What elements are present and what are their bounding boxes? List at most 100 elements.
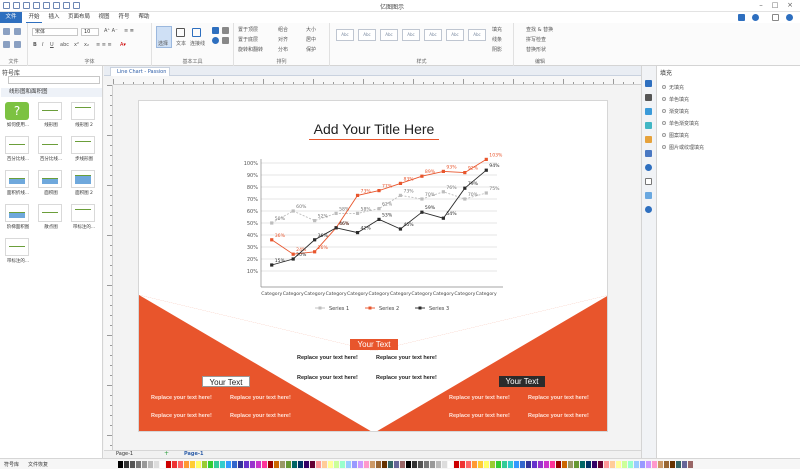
color-swatch[interactable]	[322, 461, 327, 468]
color-swatch[interactable]	[358, 461, 363, 468]
color-swatch[interactable]	[400, 461, 405, 468]
color-swatch[interactable]	[352, 461, 357, 468]
color-swatch[interactable]	[340, 461, 345, 468]
ellipse-icon[interactable]	[212, 37, 219, 44]
fill-panel-icon[interactable]	[645, 80, 652, 87]
shape-item[interactable]: 百分比线...	[35, 136, 67, 168]
color-swatch[interactable]	[604, 461, 609, 468]
redo-icon[interactable]	[23, 2, 30, 9]
color-swatch[interactable]	[676, 461, 681, 468]
style-preset-7[interactable]: Abc	[468, 29, 486, 41]
shape-item[interactable]: 线形图	[35, 102, 67, 134]
shape-item[interactable]: 百分比线...	[2, 136, 34, 168]
pen-icon[interactable]	[222, 37, 229, 44]
color-swatch[interactable]	[682, 461, 687, 468]
fill-option-gradient[interactable]: 渐变填充	[662, 108, 689, 115]
color-swatch[interactable]	[304, 461, 309, 468]
line-button[interactable]: 线条	[492, 36, 502, 43]
shape-item[interactable]: 阶梯面积图	[2, 204, 34, 236]
color-swatch[interactable]	[370, 461, 375, 468]
color-swatch[interactable]	[208, 461, 213, 468]
replace-text[interactable]: Replace your text here!	[297, 375, 358, 381]
shape-item[interactable]: 步线形图	[68, 136, 100, 168]
color-swatch[interactable]	[424, 461, 429, 468]
replace-text[interactable]: Replace your text here!	[151, 413, 212, 419]
find-replace-button[interactable]: 查找 & 替换	[526, 26, 553, 33]
strikethrough-button[interactable]: abc	[60, 42, 69, 48]
color-swatch[interactable]	[280, 461, 285, 468]
send-to-back-button[interactable]: 置于底层	[238, 36, 258, 43]
color-swatch[interactable]	[442, 461, 447, 468]
spell-check-button[interactable]: 拼写检查	[526, 36, 546, 43]
style-preset-2[interactable]: Abc	[358, 29, 376, 41]
rectangle-icon[interactable]	[212, 27, 219, 34]
color-swatch[interactable]	[532, 461, 537, 468]
comment-icon[interactable]	[645, 192, 652, 199]
text-box-center[interactable]: Your Text	[350, 339, 398, 350]
open-file-icon[interactable]	[43, 2, 50, 9]
replace-text[interactable]: Replace your text here!	[528, 395, 589, 401]
distribute-button[interactable]: 分布	[278, 46, 288, 53]
connector-tool-icon[interactable]	[192, 28, 201, 37]
color-swatch[interactable]	[328, 461, 333, 468]
color-swatch[interactable]	[178, 461, 183, 468]
color-swatch[interactable]	[232, 461, 237, 468]
color-swatch[interactable]	[460, 461, 465, 468]
shadow-panel-icon[interactable]	[645, 108, 652, 115]
color-swatch[interactable]	[364, 461, 369, 468]
tab-home[interactable]: 开始	[26, 12, 42, 23]
color-swatch[interactable]	[160, 461, 165, 468]
color-swatch[interactable]	[490, 461, 495, 468]
color-swatch[interactable]	[514, 461, 519, 468]
color-swatch[interactable]	[454, 461, 459, 468]
tab-insert[interactable]: 插入	[46, 12, 62, 23]
close-button[interactable]: ×	[785, 1, 795, 10]
options-icon[interactable]	[772, 14, 779, 21]
color-swatch[interactable]	[664, 461, 669, 468]
color-swatch[interactable]	[598, 461, 603, 468]
library-section-line-area[interactable]: 线形图和面积图	[1, 88, 102, 97]
replace-text[interactable]: Replace your text here!	[528, 413, 589, 419]
drawing-canvas[interactable]: Add Your Title Here 10% 20% 30% 40% 50% 60% 70…	[113, 85, 641, 450]
color-swatch[interactable]	[184, 461, 189, 468]
tab-help[interactable]: 帮助	[136, 12, 152, 23]
print-icon[interactable]	[63, 2, 70, 9]
color-swatch[interactable]	[634, 461, 639, 468]
status-recovery-tab[interactable]: 文件恢复	[28, 461, 48, 468]
subscript-button[interactable]: x₂	[84, 42, 89, 48]
color-swatch[interactable]	[286, 461, 291, 468]
font-size-up-icon[interactable]: A⁺ A⁻	[104, 28, 118, 34]
color-swatch[interactable]	[436, 461, 441, 468]
save-icon[interactable]	[53, 2, 60, 9]
color-swatch[interactable]	[130, 461, 135, 468]
line-chart[interactable]: 10%20%30%40%50%60%70%80%90%100%Category C…	[219, 153, 529, 323]
shape-item[interactable]: 线形图 2	[68, 102, 100, 134]
style-preset-5[interactable]: Abc	[424, 29, 442, 41]
new-file-icon[interactable]	[33, 2, 40, 9]
color-swatch[interactable]	[226, 461, 231, 468]
shape-item[interactable]: 面积图	[35, 170, 67, 202]
line-panel-icon[interactable]	[645, 94, 652, 101]
tab-view[interactable]: 视图	[96, 12, 112, 23]
color-swatch[interactable]	[574, 461, 579, 468]
color-swatch[interactable]	[388, 461, 393, 468]
replace-shape-button[interactable]: 替换形状	[526, 46, 546, 53]
fill-option-solid-gradient[interactable]: 单色渐变填充	[662, 120, 699, 127]
replace-text[interactable]: Replace your text here!	[376, 375, 437, 381]
color-swatch[interactable]	[244, 461, 249, 468]
tab-symbols[interactable]: 符号	[116, 12, 132, 23]
color-swatch[interactable]	[448, 461, 453, 468]
color-swatch[interactable]	[166, 461, 171, 468]
color-swatch[interactable]	[172, 461, 177, 468]
color-swatch[interactable]	[214, 461, 219, 468]
fill-option-pattern[interactable]: 图案填充	[662, 132, 689, 139]
color-swatch[interactable]	[484, 461, 489, 468]
replace-text[interactable]: Replace your text here!	[230, 413, 291, 419]
protect-button[interactable]: 保护	[306, 46, 316, 53]
tab-page-layout[interactable]: 页面布局	[66, 12, 92, 23]
color-swatch[interactable]	[526, 461, 531, 468]
color-swatch[interactable]	[616, 461, 621, 468]
color-swatch[interactable]	[622, 461, 627, 468]
color-swatch[interactable]	[298, 461, 303, 468]
document-title[interactable]: Add Your Title Here	[139, 121, 607, 137]
